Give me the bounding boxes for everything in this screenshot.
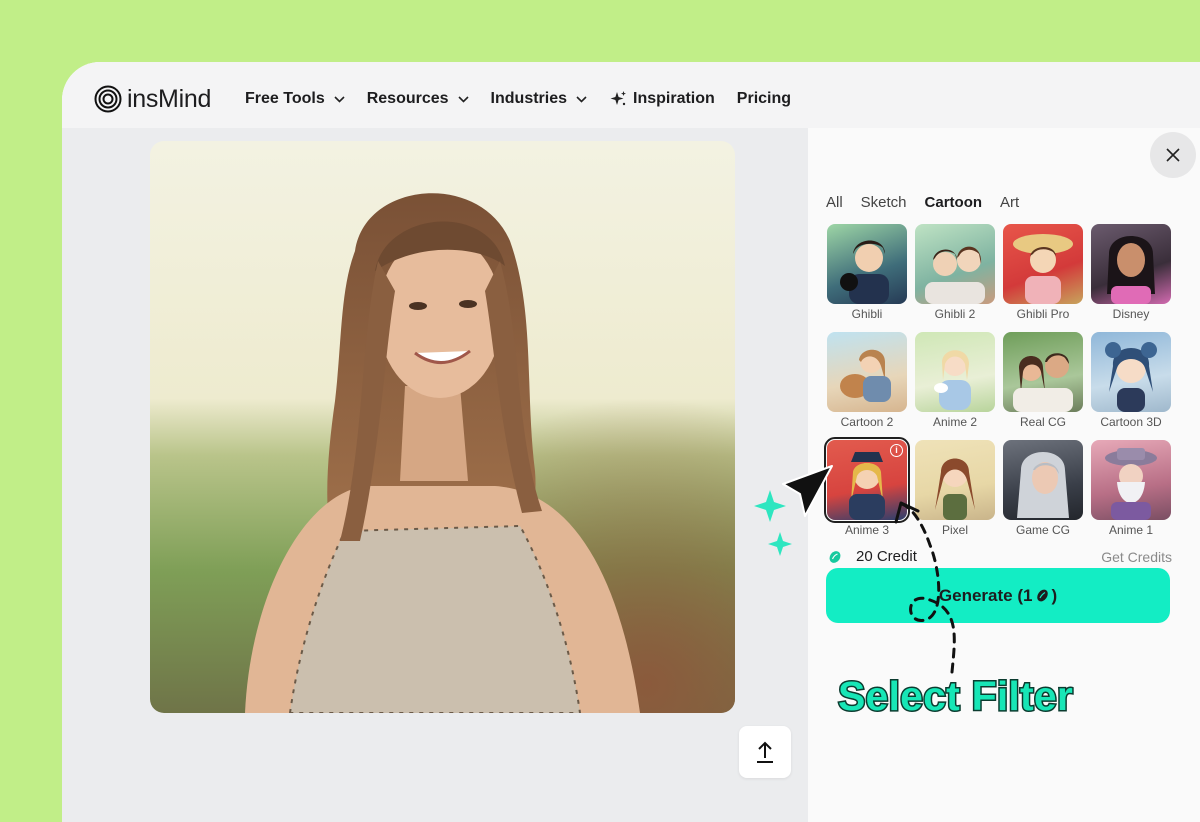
credit-amount: 20 Credit xyxy=(856,548,917,565)
top-navbar: insMind Free Tools Resources Industries xyxy=(62,62,1200,128)
nav-industries[interactable]: Industries xyxy=(491,90,587,108)
style-tile-ghibli[interactable]: Ghibli xyxy=(827,224,907,321)
nav-free-tools[interactable]: Free Tools xyxy=(245,90,345,108)
style-tile-ghibli-2[interactable]: Ghibli 2 xyxy=(915,224,995,321)
style-label: Real CG xyxy=(1019,415,1066,429)
generate-button[interactable]: Generate (1 ) xyxy=(826,568,1170,623)
style-label: Anime 3 xyxy=(844,523,890,537)
style-label: Cartoon 2 xyxy=(840,415,894,429)
main-nav: Free Tools Resources Industries Inspirat… xyxy=(245,84,813,114)
style-label: Pixel xyxy=(941,523,968,537)
nav-inspiration-label: Inspiration xyxy=(633,90,715,107)
style-thumbnail xyxy=(1091,332,1171,412)
upload-icon xyxy=(757,741,773,763)
style-thumbnail xyxy=(827,224,907,304)
style-tile-cartoon-3d[interactable]: Cartoon 3D xyxy=(1091,332,1171,429)
get-credits-link[interactable]: Get Credits xyxy=(1101,549,1172,565)
close-button[interactable] xyxy=(1150,132,1196,178)
anime-2-thumbnail xyxy=(934,350,971,410)
portrait-photo xyxy=(150,141,735,713)
style-label: Ghibli Pro xyxy=(1016,307,1070,321)
nav-pricing-label: Pricing xyxy=(736,90,792,107)
ghibli-thumbnail xyxy=(840,240,889,304)
ghibli-2-thumbnail xyxy=(925,246,985,304)
style-thumbnail xyxy=(1003,440,1083,520)
pixel-thumbnail xyxy=(935,458,975,520)
tab-sketch[interactable]: Sketch xyxy=(861,194,907,211)
style-thumbnail xyxy=(1091,440,1171,520)
cartoon-2-thumbnail xyxy=(840,349,891,402)
style-label: Cartoon 3D xyxy=(1100,415,1162,429)
style-tile-real-cg[interactable]: Real CG xyxy=(1003,332,1083,429)
image-canvas xyxy=(62,128,808,822)
style-label: Game CG xyxy=(1015,523,1070,537)
ghibli-pro-thumbnail xyxy=(1013,234,1073,304)
credit-bean-icon xyxy=(1037,589,1049,602)
tab-cartoon[interactable]: Cartoon xyxy=(925,194,983,211)
disney-thumbnail xyxy=(1107,236,1155,304)
generate-label: Generate (1 xyxy=(938,585,1033,605)
style-tile-anime-1[interactable]: Anime 1 xyxy=(1091,440,1171,537)
uploaded-photo xyxy=(150,141,735,713)
nav-pricing[interactable]: Pricing xyxy=(737,90,791,108)
style-tile-anime-3[interactable]: i Anime 3 xyxy=(824,437,910,537)
style-label: Disney xyxy=(1112,307,1150,321)
style-label: Ghibli xyxy=(851,307,883,321)
style-label: Ghibli 2 xyxy=(934,307,976,321)
nav-resources-label: Resources xyxy=(366,90,449,107)
chevron-down-icon xyxy=(334,95,345,103)
style-tile-ghibli-pro[interactable]: Ghibli Pro xyxy=(1003,224,1083,321)
game-cg-thumbnail xyxy=(1017,452,1069,518)
style-tile-anime-2[interactable]: Anime 2 xyxy=(915,332,995,429)
style-thumbnail xyxy=(827,332,907,412)
tab-all[interactable]: All xyxy=(826,194,843,211)
brand-logo[interactable]: insMind xyxy=(94,84,211,114)
info-icon: i xyxy=(890,444,903,457)
style-thumbnail xyxy=(915,224,995,304)
insmind-logo-icon xyxy=(94,85,122,113)
style-tile-game-cg[interactable]: Game CG xyxy=(1003,440,1083,537)
style-thumbnail xyxy=(915,332,995,412)
upload-button[interactable] xyxy=(739,726,791,778)
chevron-down-icon xyxy=(457,95,469,103)
tab-art[interactable]: Art xyxy=(1000,194,1019,211)
anime-1-thumbnail xyxy=(1105,448,1157,520)
style-label: Anime 2 xyxy=(932,415,978,429)
nav-inspiration[interactable]: Inspiration xyxy=(609,90,715,108)
credit-bean-icon xyxy=(829,550,841,563)
style-label: Anime 1 xyxy=(1108,523,1154,537)
nav-free-tools-label: Free Tools xyxy=(245,90,325,107)
sparkle-icon xyxy=(610,91,627,106)
chevron-down-icon xyxy=(576,95,587,103)
select-filter-callout: Select Filter xyxy=(836,672,1074,721)
real-cg-thumbnail xyxy=(1013,353,1073,412)
style-thumbnail xyxy=(1003,332,1083,412)
style-tile-cartoon-2[interactable]: Cartoon 2 xyxy=(827,332,907,429)
style-thumbnail xyxy=(915,440,995,520)
nav-industries-label: Industries xyxy=(490,90,568,107)
style-tile-disney[interactable]: Disney xyxy=(1091,224,1171,321)
style-thumbnail: i xyxy=(824,437,910,523)
credit-balance-row: 20 Credit Get Credits xyxy=(828,548,1172,565)
nav-resources[interactable]: Resources xyxy=(367,90,469,108)
style-thumbnail xyxy=(1003,224,1083,304)
style-thumbnail xyxy=(1091,224,1171,304)
close-icon xyxy=(1166,148,1180,162)
cartoon-3d-thumbnail xyxy=(1105,342,1157,412)
brand-name: insMind xyxy=(127,85,212,113)
filter-category-tabs: All Sketch Cartoon Art xyxy=(826,194,1037,211)
generate-label-suffix: ) xyxy=(1051,585,1058,605)
style-tile-pixel[interactable]: Pixel xyxy=(915,440,995,537)
